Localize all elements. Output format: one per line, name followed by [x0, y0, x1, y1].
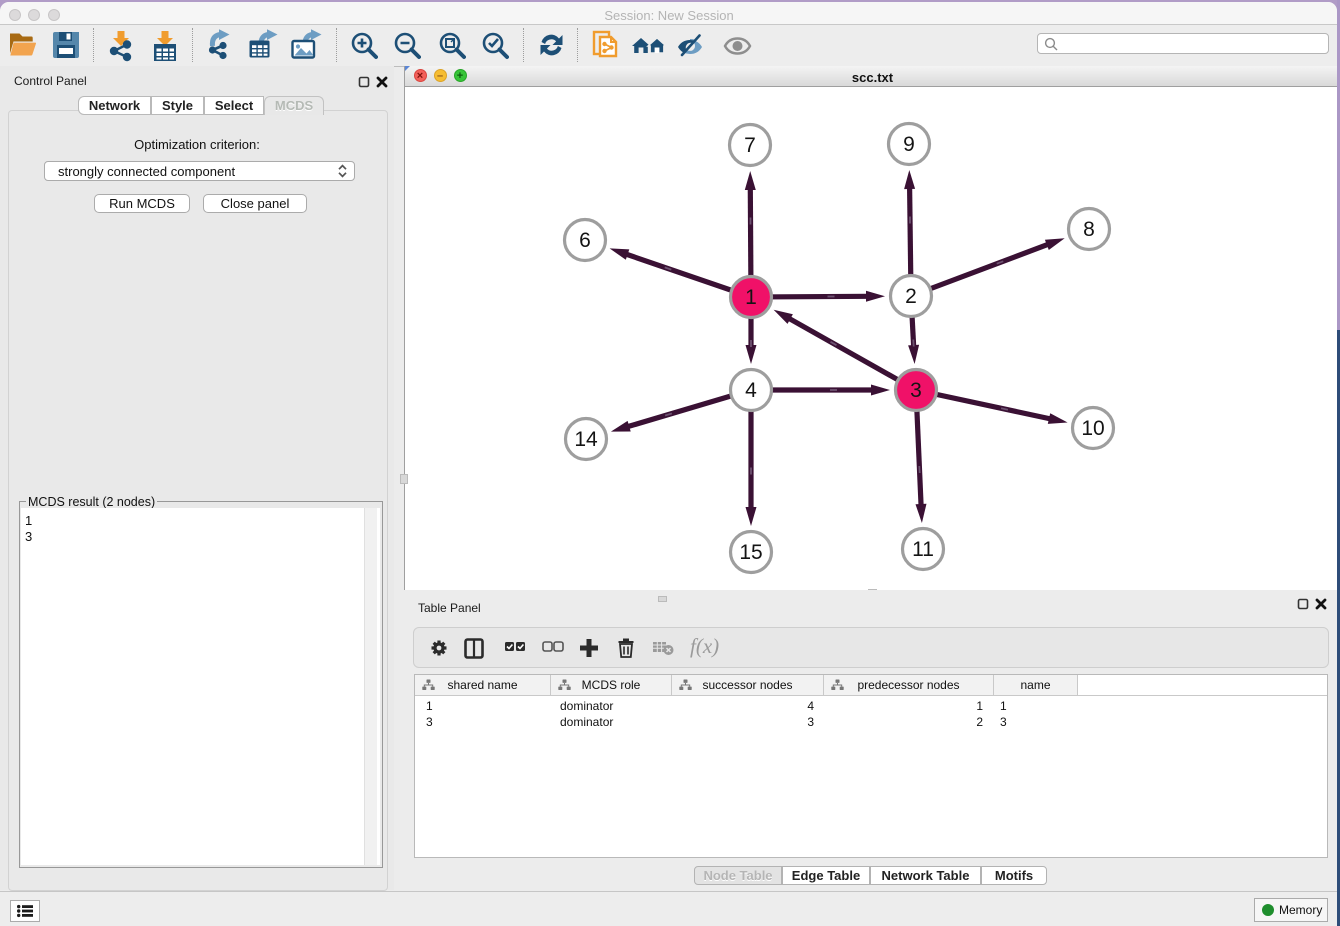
- svg-text:11: 11: [912, 538, 934, 561]
- svg-text:10: 10: [1081, 417, 1104, 440]
- svg-text:4: 4: [745, 379, 757, 402]
- svg-text:1: 1: [745, 286, 757, 309]
- svg-text:7: 7: [744, 134, 756, 157]
- svg-text:8: 8: [1083, 218, 1095, 241]
- svg-text:6: 6: [579, 229, 591, 252]
- svg-text:3: 3: [910, 379, 922, 402]
- svg-text:15: 15: [739, 541, 762, 564]
- svg-text:2: 2: [905, 285, 917, 308]
- svg-text:9: 9: [903, 133, 915, 156]
- svg-text:14: 14: [574, 428, 598, 451]
